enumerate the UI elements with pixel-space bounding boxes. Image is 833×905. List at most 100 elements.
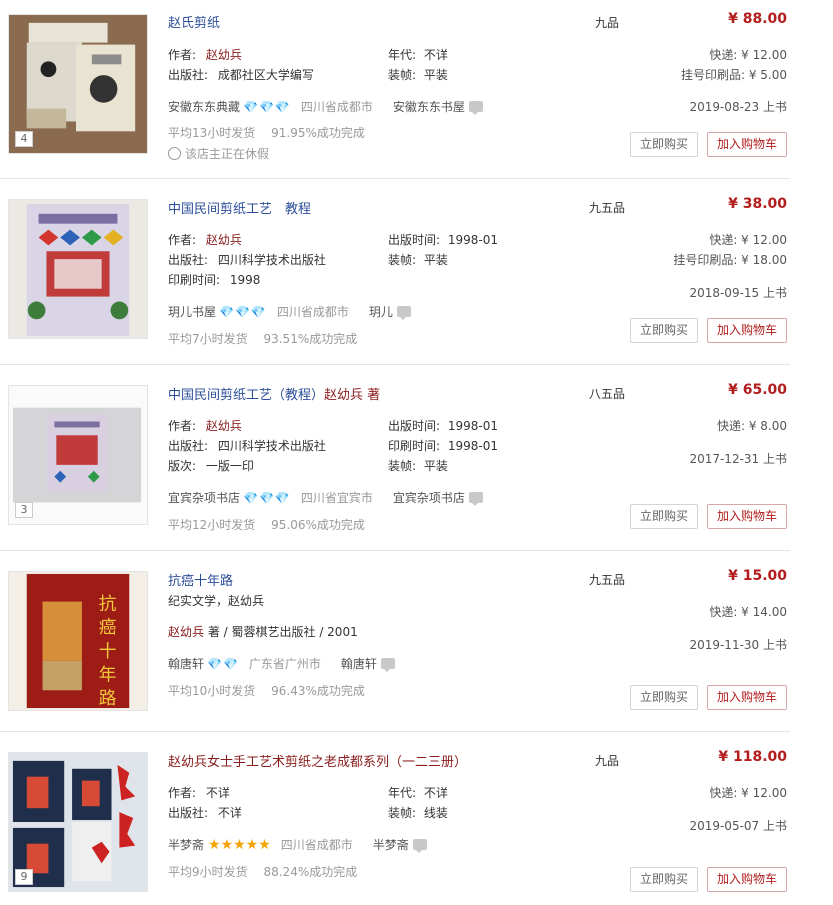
listing-item: 9 赵幼兵女士手工艺术剪纸之老成都系列（一二三册） 九品 ¥ 118.00 作者… bbox=[0, 732, 790, 905]
era-label: 年代: bbox=[388, 48, 417, 62]
book-photo bbox=[9, 200, 147, 338]
book-photo: 抗 癌 十 年 路 bbox=[9, 572, 147, 710]
listing-item: 中国民间剪纸工艺 教程 九五品 ¥ 38.00 作者: 赵幼兵 出版时间: 19… bbox=[0, 179, 790, 365]
author-row: 作者: 赵幼兵 bbox=[168, 231, 242, 248]
shop-location: 四川省成都市 bbox=[300, 100, 373, 114]
shop-stats: 平均9小时发货 88.24%成功完成 bbox=[168, 863, 357, 880]
chat-icon[interactable] bbox=[380, 658, 395, 672]
avg-ship-time: 平均7小时发货 bbox=[168, 332, 248, 346]
author-link[interactable]: 赵幼兵 bbox=[168, 625, 204, 639]
chat-icon[interactable] bbox=[468, 492, 483, 506]
publisher-row: 出版社: 四川科学技术出版社 bbox=[168, 437, 326, 454]
shop-stats: 平均7小时发货 93.51%成功完成 bbox=[168, 330, 357, 347]
printtime-label: 印刷时间: bbox=[388, 439, 441, 453]
shop-name[interactable]: 翰唐轩 bbox=[168, 655, 204, 672]
shop-row: 半梦斋 ★★★★★ 四川省成都市 半梦斋 bbox=[168, 836, 427, 853]
pubtime-value: 1998-01 bbox=[447, 233, 499, 247]
binding-value: 线装 bbox=[423, 806, 448, 820]
shop-location: 四川省宜宾市 bbox=[300, 491, 373, 505]
author-label: 作者: bbox=[168, 786, 197, 800]
author-value: 不详 bbox=[205, 786, 230, 800]
author-row: 作者: 不详 bbox=[168, 784, 230, 801]
buy-now-button[interactable]: 立即购买 bbox=[630, 867, 698, 892]
star-rating-icon: ★★★★★ bbox=[208, 836, 271, 853]
add-to-cart-button[interactable]: 加入购物车 bbox=[707, 504, 787, 529]
shop-name[interactable]: 半梦斋 bbox=[168, 836, 204, 853]
book-title[interactable]: 赵幼兵女士手工艺术剪纸之老成都系列（一二三册） bbox=[168, 751, 467, 770]
shop-name[interactable]: 宜宾杂项书店 bbox=[168, 489, 240, 506]
listing-date: 2019-11-30 上书 bbox=[689, 638, 787, 652]
era-value: 不详 bbox=[423, 48, 448, 62]
shop-name[interactable]: 玥儿书屋 bbox=[168, 303, 216, 320]
edition-row: 版次: 一版一印 bbox=[168, 457, 254, 474]
book-thumbnail[interactable]: 抗 癌 十 年 路 bbox=[8, 571, 148, 711]
book-title[interactable]: 中国民间剪纸工艺 教程 bbox=[168, 198, 311, 217]
image-count: 3 bbox=[15, 502, 33, 518]
seller-name[interactable]: 宜宾杂项书店 bbox=[393, 489, 465, 506]
condition: 九品 bbox=[595, 16, 620, 30]
book-title[interactable]: 中国民间剪纸工艺（教程）赵幼兵 著 bbox=[168, 384, 380, 403]
shop-name[interactable]: 安徽东东典藏 bbox=[168, 98, 240, 115]
seller-name[interactable]: 翰唐轩 bbox=[341, 655, 377, 672]
shop-location: 四川省成都市 bbox=[276, 305, 349, 319]
diamond-rating-icon: 💎💎 bbox=[207, 656, 239, 671]
chat-icon[interactable] bbox=[396, 306, 411, 320]
listing-item: 3 中国民间剪纸工艺（教程）赵幼兵 著 八五品 ¥ 65.00 作者: 赵幼兵 … bbox=[0, 365, 790, 551]
book-title-author: 赵幼兵 著 bbox=[324, 388, 381, 403]
author-link[interactable]: 赵幼兵 bbox=[206, 48, 242, 62]
edition-value: 一版一印 bbox=[205, 459, 254, 473]
publisher-value: 成都社区大学编写 bbox=[217, 68, 314, 82]
book-title[interactable]: 赵氏剪纸 bbox=[168, 12, 220, 31]
condition: 八五品 bbox=[589, 387, 626, 401]
book-thumbnail[interactable]: 3 bbox=[8, 385, 148, 525]
shop-stats: 平均10小时发货 96.43%成功完成 bbox=[168, 682, 365, 699]
binding-label: 装帧: bbox=[388, 806, 417, 820]
era-value: 不详 bbox=[423, 786, 448, 800]
image-count: 4 bbox=[15, 131, 33, 147]
seller-name[interactable]: 安徽东东书屋 bbox=[393, 98, 465, 115]
book-thumbnail[interactable]: 9 bbox=[8, 752, 148, 892]
author-link[interactable]: 赵幼兵 bbox=[206, 233, 242, 247]
book-thumbnail[interactable]: 4 bbox=[8, 14, 148, 154]
publisher-row: 出版社: 成都社区大学编写 bbox=[168, 66, 314, 83]
buy-now-button[interactable]: 立即购买 bbox=[630, 685, 698, 710]
publisher-value: 四川科学技术出版社 bbox=[217, 439, 326, 453]
binding-label: 装帧: bbox=[388, 459, 417, 473]
author-label: 作者: bbox=[168, 233, 197, 247]
vacation-notice: 该店主正在休假 bbox=[168, 145, 269, 162]
era-row: 年代: 不详 bbox=[388, 784, 448, 801]
add-to-cart-button[interactable]: 加入购物车 bbox=[707, 685, 787, 710]
publisher-row: 出版社: 不详 bbox=[168, 804, 242, 821]
printtime-value: 1998 bbox=[229, 273, 261, 287]
seller-name[interactable]: 半梦斋 bbox=[373, 836, 409, 853]
printtime-label: 印刷时间: bbox=[168, 273, 221, 287]
price: ¥ 38.00 bbox=[728, 196, 787, 212]
chat-icon[interactable] bbox=[468, 101, 483, 115]
add-to-cart-button[interactable]: 加入购物车 bbox=[707, 867, 787, 892]
binding-row: 装帧: 平装 bbox=[388, 251, 448, 268]
era-row: 年代: 不详 bbox=[388, 46, 448, 63]
buy-now-button[interactable]: 立即购买 bbox=[630, 318, 698, 343]
printtime-row: 印刷时间: 1998-01 bbox=[388, 437, 498, 454]
book-thumbnail[interactable] bbox=[8, 199, 148, 339]
binding-value: 平装 bbox=[423, 459, 448, 473]
buy-now-button[interactable]: 立即购买 bbox=[630, 504, 698, 529]
price: ¥ 118.00 bbox=[718, 749, 787, 765]
listing-date: 2019-08-23 上书 bbox=[689, 100, 787, 114]
author-link[interactable]: 赵幼兵 bbox=[206, 419, 242, 433]
avg-ship-time: 平均12小时发货 bbox=[168, 518, 256, 532]
publisher-value: 四川科学技术出版社 bbox=[217, 253, 326, 267]
buy-now-button[interactable]: 立即购买 bbox=[630, 132, 698, 157]
book-title[interactable]: 抗癌十年路 bbox=[168, 570, 233, 589]
seller-name[interactable]: 玥儿 bbox=[369, 303, 393, 320]
pubtime-label: 出版时间: bbox=[388, 233, 441, 247]
diamond-rating-icon: 💎💎💎 bbox=[243, 99, 291, 114]
listing-item: 4 赵氏剪纸 九品 ¥ 88.00 作者: 赵幼兵 年代: 不详 出版社: 成都… bbox=[0, 0, 790, 179]
chat-icon[interactable] bbox=[412, 839, 427, 853]
add-to-cart-button[interactable]: 加入购物车 bbox=[707, 318, 787, 343]
add-to-cart-button[interactable]: 加入购物车 bbox=[707, 132, 787, 157]
author-row: 作者: 赵幼兵 bbox=[168, 417, 242, 434]
author-row: 作者: 赵幼兵 bbox=[168, 46, 242, 63]
cover-char: 癌 bbox=[99, 617, 117, 638]
shop-stats: 平均13小时发货 91.95%成功完成 bbox=[168, 124, 365, 141]
